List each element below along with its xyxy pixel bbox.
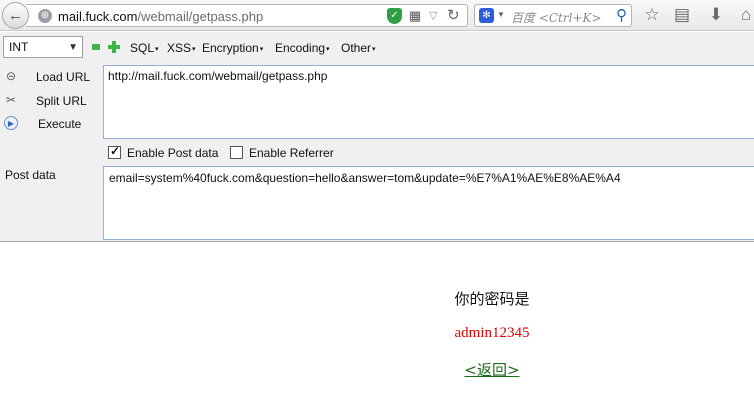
load-url-label: Load URL (36, 70, 91, 84)
shield-icon[interactable]: ✓ (387, 8, 402, 24)
type-select-value: INT (9, 40, 29, 54)
menu-other[interactable]: Other▾ (341, 41, 376, 55)
back-link[interactable]: <返回> (0, 359, 754, 380)
type-select[interactable]: INT ▼ (3, 36, 83, 58)
dropdown-arrow-icon[interactable]: ▽ (429, 9, 437, 22)
reload-icon[interactable]: ↻ (447, 6, 460, 24)
page-content: 你的密码是 admin12345 <返回> (0, 243, 754, 407)
menu-encoding[interactable]: Encoding▾ (275, 41, 330, 55)
enable-post-label: Enable Post data (127, 146, 219, 160)
execute-button[interactable]: ▶ Execute (0, 113, 100, 135)
menu-sql[interactable]: SQL▾ (130, 41, 159, 55)
star-icon[interactable]: ☆ (642, 5, 662, 25)
search-icon[interactable]: ⚲ (616, 6, 627, 24)
execute-label: Execute (38, 117, 82, 131)
split-url-label: Split URL (36, 94, 87, 108)
password-value: admin12345 (454, 325, 530, 341)
checkbox-box[interactable] (108, 144, 121, 159)
url-path: /webmail/getpass.php (137, 9, 264, 24)
split-url-icon: ✂ (5, 93, 17, 107)
load-url-button[interactable]: ⊝ Load URL (0, 66, 100, 88)
hackbar-panel: ⊝ Load URL ✂ Split URL ▶ Execute http://… (0, 62, 754, 242)
navigation-bar: ⊕ mail.fuck.com/webmail/getpass.php ✓ ▦ … (0, 0, 754, 31)
globe-icon: ⊕ (38, 9, 52, 23)
search-placeholder: 百度 <Ctrl+K> (511, 11, 602, 25)
menu-xss[interactable]: XSS▾ (167, 41, 196, 55)
chevron-down-icon: ▼ (68, 42, 78, 53)
hackbar-toolbar: INT ▼ SQL▾ XSS▾ Encryption▾ Encoding▾ Ot… (0, 32, 754, 62)
search-engine-dropdown-icon[interactable]: ▼ (497, 10, 505, 19)
home-icon[interactable]: ⌂ (736, 5, 754, 25)
back-button[interactable]: ← (2, 2, 29, 29)
post-data-textarea[interactable]: email=system%40fuck.com&question=hello&a… (103, 166, 754, 240)
post-data-label: Post data (5, 168, 56, 182)
search-bar[interactable]: ✻ ▼ 百度 <Ctrl+K> ⚲ (474, 4, 632, 27)
increase-icon[interactable] (108, 41, 120, 53)
address-bar[interactable]: ⊕ mail.fuck.com/webmail/getpass.php ✓ ▦ … (26, 4, 468, 27)
split-url-button[interactable]: ✂ Split URL (0, 90, 100, 112)
qr-code-icon[interactable]: ▦ (409, 9, 423, 23)
load-url-icon: ⊝ (5, 69, 17, 83)
download-icon[interactable]: ⬇ (706, 5, 726, 25)
checkbox-box[interactable] (230, 146, 243, 159)
url-textarea[interactable]: http://mail.fuck.com/webmail/getpass.php (103, 65, 754, 139)
reading-list-icon[interactable]: ▤ (672, 5, 692, 25)
back-arrow-icon: ← (8, 7, 23, 24)
enable-referrer-label: Enable Referrer (249, 146, 334, 160)
url-text[interactable]: mail.fuck.com/webmail/getpass.php (58, 9, 263, 24)
menu-encryption[interactable]: Encryption▾ (202, 41, 263, 55)
baidu-icon[interactable]: ✻ (479, 8, 494, 23)
url-host: mail.fuck.com (58, 9, 138, 24)
decrease-icon[interactable] (92, 44, 100, 50)
execute-icon: ▶ (4, 116, 18, 130)
password-message: 你的密码是 (454, 290, 530, 308)
